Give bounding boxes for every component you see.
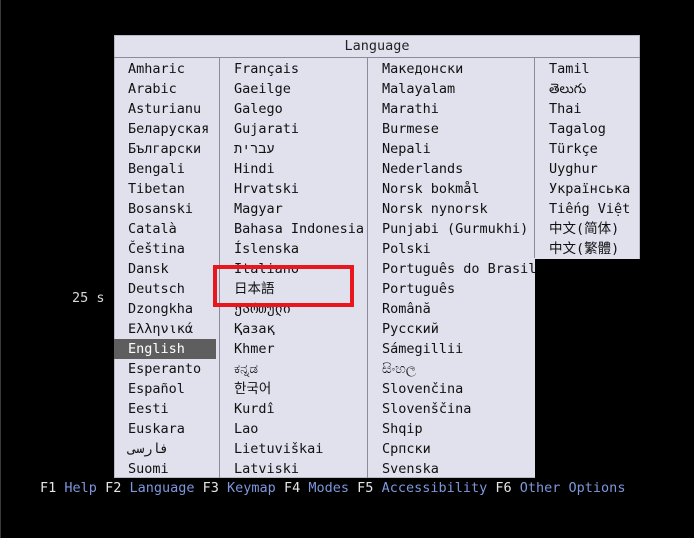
function-key-f3[interactable]: F3 Keymap [203,480,276,496]
language-option[interactable]: Беларуская [114,119,216,139]
language-option[interactable]: Galego [220,99,367,119]
language-column-3: Македонски Malayalam Marathi Burmese Nepali N… [368,59,536,479]
language-option[interactable]: English [114,339,216,359]
language-option[interactable]: Hrvatski [220,179,367,199]
function-key-code: F1 [40,480,57,496]
language-option[interactable]: Svenska [368,459,534,479]
language-option[interactable]: සිංහල [368,359,534,379]
dialog-title: Language [114,35,640,58]
language-option[interactable]: Malayalam [368,79,534,99]
language-option[interactable]: Shqip [368,419,534,439]
language-option[interactable]: Burmese [368,119,534,139]
language-option[interactable]: Slovenščina [368,399,534,419]
language-dialog: Language Amharic Arabic Asturianu Беларуска… [114,35,640,478]
language-column-4: Tamil తెలుగు Thai Tagalog Türkçe Uyghur Україн… [535,59,640,259]
boot-timeout-counter: 25 s [72,290,105,306]
language-option[interactable]: Khmer [220,339,367,359]
language-option[interactable]: Íslenska [220,239,367,259]
language-option[interactable]: Română [368,299,534,319]
language-option[interactable]: Lietuviškai [220,439,367,459]
language-option[interactable]: Bengali [114,159,216,179]
language-option[interactable]: Nederlands [368,159,534,179]
language-option[interactable]: Polski [368,239,534,259]
language-option[interactable]: Arabic [114,79,216,99]
language-option[interactable]: Български [114,139,216,159]
language-option[interactable]: Tamil [535,59,640,79]
language-option[interactable]: Қазақ [220,319,367,339]
language-option[interactable]: Lao [220,419,367,439]
function-key-f4[interactable]: F4 Modes [284,480,349,496]
screen-edge [0,0,1,538]
function-key-label: Keymap [227,480,276,496]
language-option[interactable]: Dansk [114,259,216,279]
function-key-f6[interactable]: F6 Other Options [495,480,625,496]
language-option[interactable]: Esperanto [114,359,216,379]
language-option[interactable]: Kurdî [220,399,367,419]
language-option[interactable]: Magyar [220,199,367,219]
function-key-label: Other Options [519,480,626,496]
function-key-label: Accessibility [381,480,488,496]
language-column-1: Amharic Arabic Asturianu Беларуская Българск… [114,59,219,479]
language-option[interactable]: Español [114,379,216,399]
function-key-label: Help [64,480,97,496]
language-option[interactable]: Euskara [114,419,216,439]
language-option[interactable]: Gaeilge [220,79,367,99]
language-option[interactable]: Asturianu [114,99,216,119]
function-key-label: Language [129,480,195,496]
language-option[interactable]: Bahasa Indonesia [220,219,367,239]
language-option[interactable]: Српски [368,439,534,459]
language-option[interactable]: Uyghur [535,159,640,179]
language-option[interactable]: ಕನ್ನಡ [220,359,367,379]
language-option[interactable]: Català [114,219,216,239]
language-option[interactable]: Tibetan [114,179,216,199]
language-option[interactable]: Norsk bokmål [368,179,534,199]
function-key-code: F3 [202,480,219,496]
language-option[interactable]: Suomi [114,459,216,479]
language-option[interactable]: Eesti [114,399,216,419]
language-option[interactable]: Português [368,279,534,299]
function-key-f2[interactable]: F2 Language [105,480,194,496]
language-option[interactable]: Français [220,59,367,79]
language-option[interactable]: Thai [535,99,640,119]
language-option[interactable]: Punjabi (Gurmukhi) [368,219,534,239]
language-option[interactable]: Amharic [114,59,216,79]
language-option[interactable]: Tagalog [535,119,640,139]
function-key-code: F6 [495,480,512,496]
language-option[interactable]: తెలుగు [535,79,640,99]
language-option[interactable]: Deutsch [114,279,216,299]
language-option[interactable]: Ελληνικά [114,319,216,339]
language-option[interactable]: Bosanski [114,199,216,219]
function-key-label: Modes [308,480,350,496]
language-option[interactable]: Sámegillii [368,339,534,359]
language-option[interactable]: Marathi [368,99,534,119]
language-option[interactable]: Latviski [220,459,367,479]
function-key-code: F2 [105,480,122,496]
language-option[interactable]: فارسی [114,439,216,459]
empty-column-area [535,259,640,478]
function-key-f5[interactable]: F5 Accessibility [357,480,487,496]
language-option[interactable]: Tiếng Việt [535,199,640,219]
language-option[interactable]: Türkçe [535,139,640,159]
function-key-code: F4 [283,480,301,496]
language-option[interactable]: Українська [535,179,640,199]
language-option[interactable]: 한국어 [220,379,367,399]
function-key-bar: F1 Help F2 Language F3 Keymap F4 Modes F… [40,478,625,498]
language-option[interactable]: Hindi [220,159,367,179]
language-option[interactable]: Čeština [114,239,216,259]
language-option[interactable]: 中文(繁體) [535,239,640,259]
language-option[interactable]: Slovenčina [368,379,534,399]
language-option[interactable]: Nepali [368,139,534,159]
language-option[interactable]: Norsk nynorsk [368,199,534,219]
language-option[interactable]: Português do Brasil [368,259,536,279]
function-key-code: F5 [357,480,374,496]
language-option[interactable]: 中文(简体) [535,219,640,239]
language-option[interactable]: Русский [368,319,534,339]
annotation-highlight-box [213,265,354,307]
language-option[interactable]: Dzongkha [114,299,216,319]
language-option[interactable]: עברית [220,139,367,159]
language-option[interactable]: Gujarati [220,119,367,139]
language-option[interactable]: Македонски [368,59,534,79]
function-key-f1[interactable]: F1 Help [40,480,97,496]
